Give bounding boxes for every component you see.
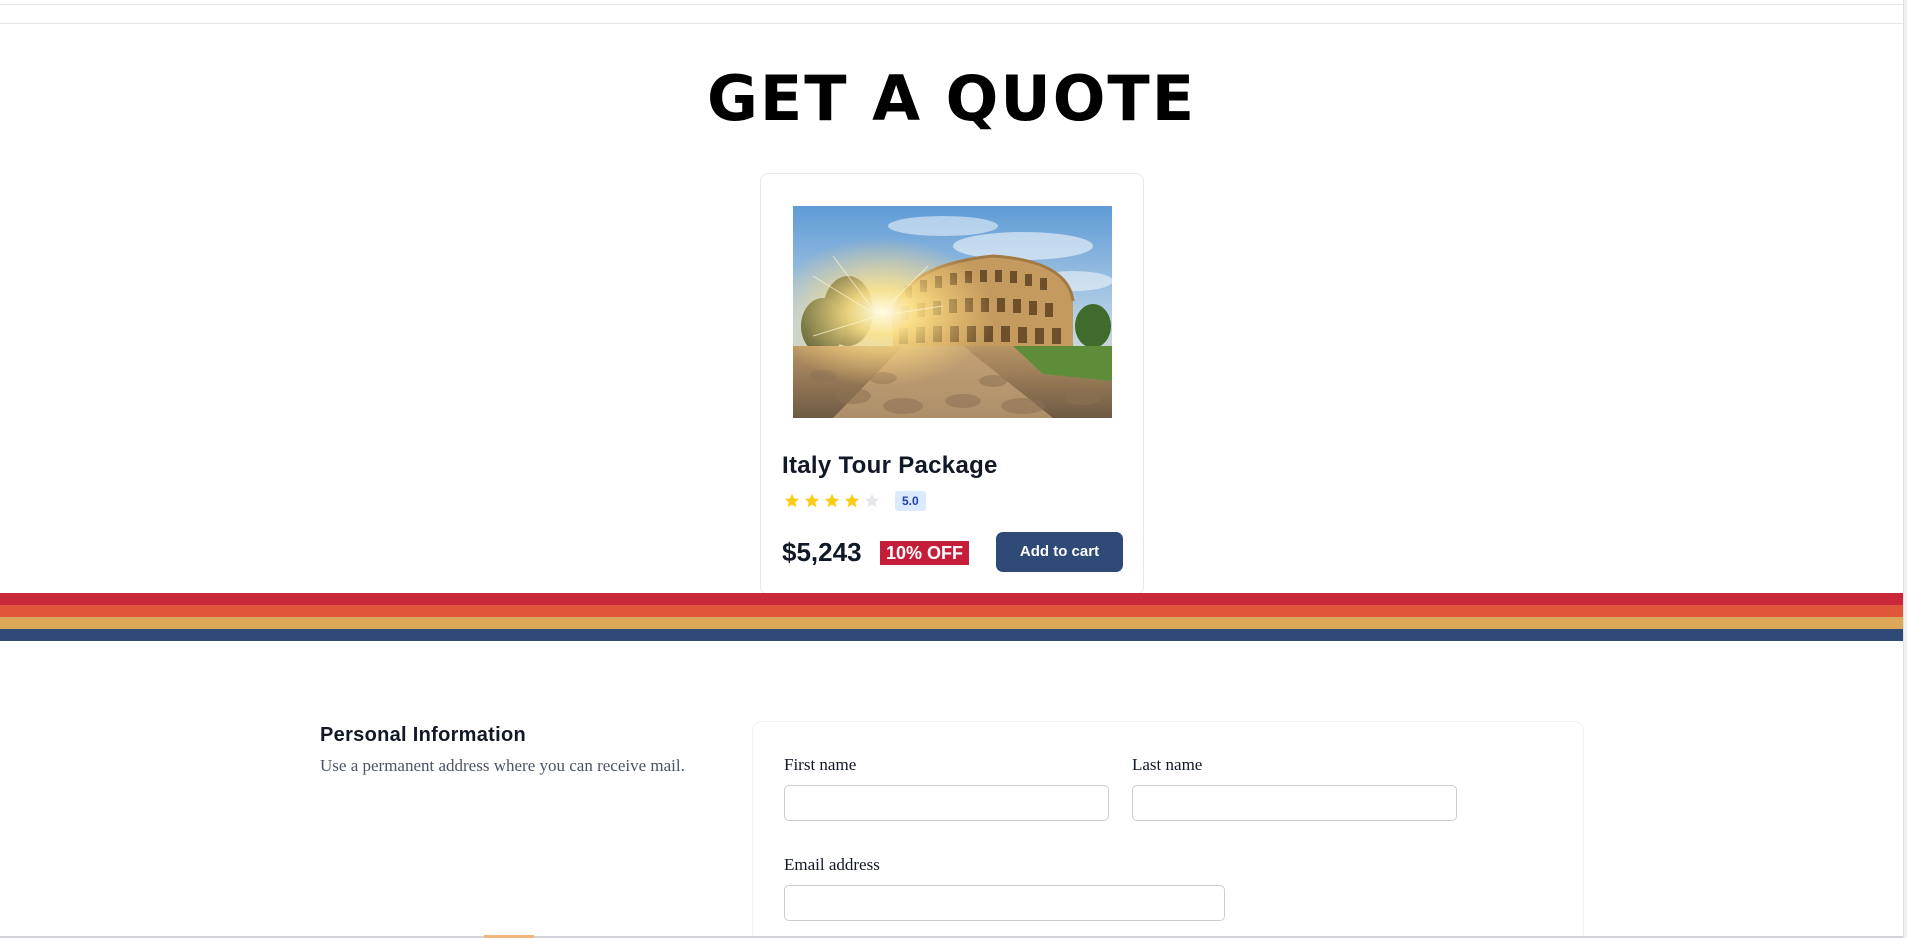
page-title: GET A QUOTE [706,62,1197,135]
first-name-label: First name [784,755,857,774]
star-filled-icon [802,491,822,511]
add-to-cart-button[interactable]: Add to cart [996,532,1123,572]
discount-badge: 10% OFF [880,541,970,565]
last-name-label: Last name [1132,755,1203,774]
rating-badge: 5.0 [895,491,926,511]
stripe-navy [0,629,1903,641]
product-title[interactable]: Italy Tour Package [782,452,998,480]
star-filled-icon [822,491,842,511]
product-price: $5,243 [782,537,862,567]
email-field[interactable] [784,885,1225,921]
decorative-stripes [0,593,1903,641]
email-label: Email address [784,855,880,874]
personal-info-form: First name Last name Email address [752,721,1584,938]
star-filled-icon [782,491,802,511]
rating-row: 5.0 [782,491,926,511]
page-scrollbar[interactable] [1903,0,1907,938]
page: GET A QUOTE Italy Tour Package 5.0 $5,24… [0,0,1907,938]
first-name-field[interactable] [784,785,1109,821]
header-divider [0,4,1903,5]
product-card: Italy Tour Package 5.0 $5,243 10% OFF Ad… [760,173,1144,595]
last-name-field[interactable] [1132,785,1457,821]
stripe-red [0,593,1903,605]
stripe-orange [0,605,1903,617]
star-empty-icon [862,491,882,511]
section-heading: Personal Information [320,724,527,746]
header-divider-bottom [0,23,1903,24]
product-image [793,206,1112,418]
stripe-gold [0,617,1903,629]
colosseum-image [793,206,1112,418]
section-description: Use a permanent address where you can re… [320,756,685,775]
star-filled-icon [842,491,862,511]
